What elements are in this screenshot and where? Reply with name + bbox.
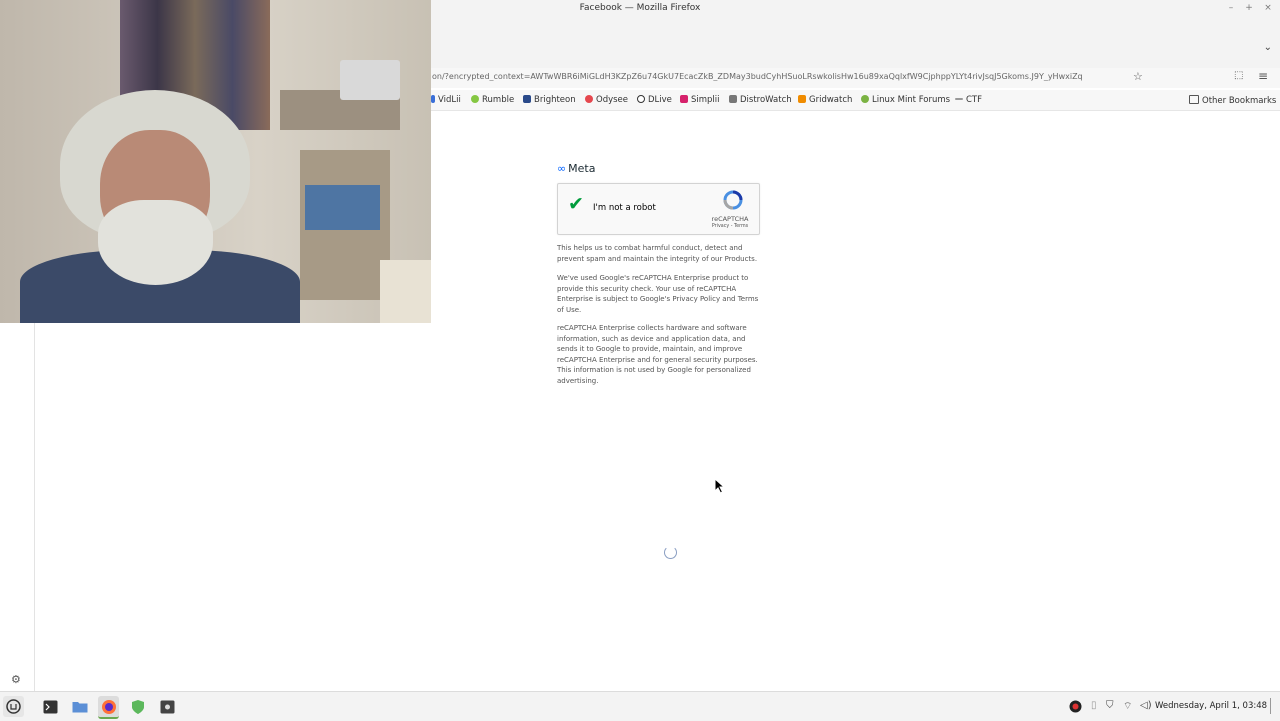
bookmark-odysee[interactable]: Odysee [585, 95, 628, 105]
show-desktop-button[interactable] [1270, 698, 1271, 714]
bookmark-brighteon[interactable]: Brighteon [523, 95, 576, 105]
terminal-icon[interactable] [40, 696, 61, 717]
simplii-icon [680, 95, 688, 103]
bookmark-simplii[interactable]: Simplii [680, 95, 720, 105]
recaptcha-links[interactable]: Privacy - Terms [706, 224, 754, 229]
record-indicator-icon[interactable] [1069, 700, 1082, 716]
url-bar[interactable]: on/?encrypted_context=AWTwWBR6iMiGLdH3KZ… [432, 72, 1127, 81]
mint-menu-icon[interactable] [3, 696, 24, 717]
volume-icon[interactable]: ◁) [1140, 700, 1152, 711]
extensions-icon[interactable]: ⬚ [1234, 70, 1243, 81]
dlive-icon [637, 95, 645, 103]
bookmark-linux-mint-forums[interactable]: Linux Mint Forums [861, 95, 950, 105]
recaptcha-logo-icon [723, 190, 743, 210]
list-all-tabs-icon[interactable]: ⌄ [1264, 42, 1272, 53]
network-icon[interactable]: ⌔ [1123, 700, 1132, 713]
recaptcha-brand: reCAPTCHA [711, 215, 749, 223]
ctf-icon [955, 98, 963, 100]
mouse-cursor-icon [714, 478, 726, 494]
linux-mint-icon [861, 95, 869, 103]
distrowatch-icon [729, 95, 737, 103]
brighteon-icon [523, 95, 531, 103]
bookmark-dlive[interactable]: DLive [637, 95, 672, 105]
clipboard-icon[interactable]: ▯ [1091, 700, 1097, 711]
checkmark-icon[interactable]: ✔ [568, 195, 584, 214]
meta-logo-icon: ∞ [557, 162, 567, 175]
minimize-button[interactable]: – [1225, 3, 1237, 13]
gridwatch-icon [798, 95, 806, 103]
vidlii-icon [431, 95, 435, 103]
captcha-label: I'm not a robot [593, 203, 656, 213]
person-on-webcam [20, 50, 300, 323]
bookmark-ctf[interactable]: CTF [955, 95, 982, 105]
other-bookmarks[interactable]: Other Bookmarks [1189, 95, 1276, 106]
screen-recorder-icon[interactable] [157, 696, 178, 717]
files-folder-icon[interactable] [69, 696, 90, 717]
hamburger-menu-icon[interactable]: ≡ [1258, 69, 1268, 83]
bookmark-distrowatch[interactable]: DistroWatch [729, 95, 792, 105]
loading-spinner-icon [664, 546, 677, 559]
bookmark-vidlii[interactable]: VidLii [431, 95, 461, 105]
sidebar-panel: ⚙ [0, 323, 35, 691]
gear-icon[interactable]: ⚙ [11, 673, 21, 686]
clock[interactable]: Wednesday, April 1, 03:48 [1155, 701, 1267, 711]
meta-brand: ∞ Meta [557, 162, 596, 175]
bookmark-star-icon[interactable]: ☆ [1133, 70, 1143, 83]
info-paragraph-2: We've used Google's reCAPTCHA Enterprise… [557, 274, 759, 314]
info-paragraph-1: This helps us to combat harmful conduct,… [557, 244, 758, 263]
shield-app-icon[interactable] [127, 696, 148, 717]
shield-tray-icon[interactable]: ⛉ [1106, 700, 1114, 711]
close-button[interactable]: × [1262, 3, 1274, 13]
webcam-overlay [0, 0, 431, 323]
odysee-icon [585, 95, 593, 103]
recaptcha-widget[interactable]: ✔ I'm not a robot reCAPTCHA Privacy - Te… [557, 183, 760, 235]
bookmark-gridwatch[interactable]: Gridwatch [798, 95, 852, 105]
taskbar: ▯ ⛉ ⌔ ◁) Wednesday, April 1, 03:48 [0, 691, 1280, 721]
info-paragraph-3: reCAPTCHA Enterprise collects hardware a… [557, 324, 758, 385]
firefox-icon[interactable] [98, 696, 119, 719]
rumble-icon [471, 95, 479, 103]
maximize-button[interactable]: + [1243, 3, 1255, 13]
bookmark-rumble[interactable]: Rumble [471, 95, 514, 105]
folder-icon [1189, 95, 1199, 104]
